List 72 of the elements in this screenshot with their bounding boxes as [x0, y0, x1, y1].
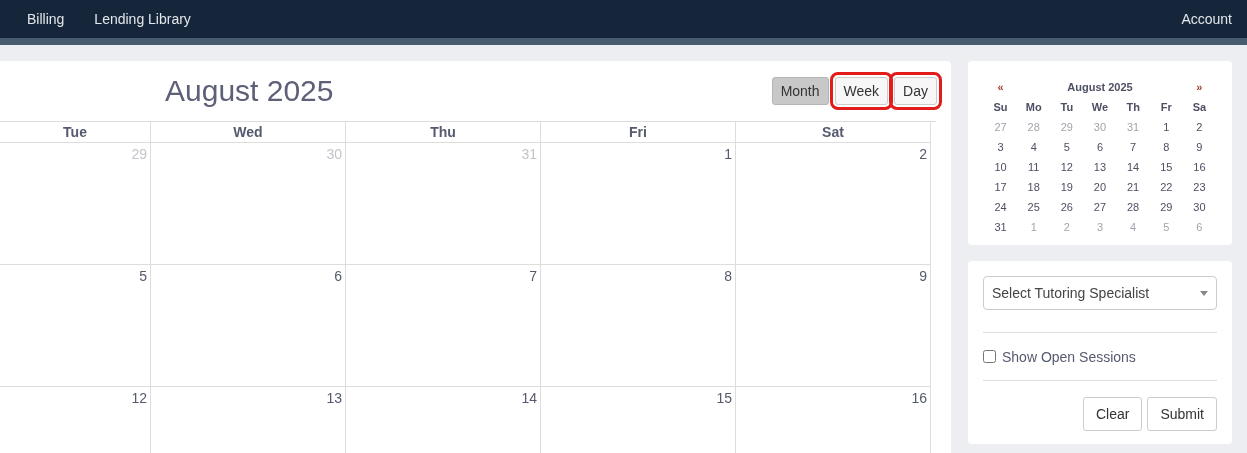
mini-calendar-day[interactable]: 28 — [1116, 197, 1150, 217]
checkbox-label: Show Open Sessions — [1002, 348, 1136, 365]
caret-icon — [1200, 290, 1208, 296]
day-number: 7 — [529, 268, 537, 284]
day-number: 16 — [911, 390, 927, 406]
day-number: 13 — [326, 390, 342, 406]
mini-calendar-day[interactable]: 30 — [1182, 197, 1216, 217]
weekday-label: Fr — [1159, 100, 1173, 115]
view-button[interactable]: Month — [771, 77, 829, 105]
mini-calendar-day[interactable]: 18 — [1017, 177, 1051, 197]
form-button[interactable]: Submit — [1147, 397, 1217, 431]
mini-calendar-day[interactable]: 1 — [1149, 117, 1183, 137]
mini-calendar-day[interactable]: 8 — [1149, 137, 1183, 157]
mini-calendar-day[interactable]: 23 — [1182, 177, 1216, 197]
day-number: 9 — [919, 268, 927, 284]
mini-calendar-day[interactable]: 2 — [1182, 117, 1216, 137]
mini-calendar-day[interactable]: 7 — [1116, 137, 1150, 157]
mini-calendar-day[interactable]: 15 — [1149, 157, 1183, 177]
mini-calendar-day[interactable]: 11 — [1017, 157, 1051, 177]
mini-calendar-day[interactable]: 12 — [1050, 157, 1084, 177]
weekday-header: Wed — [151, 122, 346, 143]
mini-calendar-day[interactable]: 4 — [1017, 137, 1051, 157]
day-number: 30 — [326, 146, 342, 162]
mini-calendar-day[interactable]: 24 — [984, 197, 1018, 217]
weekday-header: Thu — [346, 122, 541, 143]
weekday-label: Sa — [1191, 100, 1208, 115]
next-month-button[interactable]: » — [1182, 77, 1216, 97]
weekday-label: We — [1090, 100, 1110, 115]
form-button[interactable]: Clear — [1082, 397, 1143, 431]
mini-calendar-day[interactable]: 20 — [1083, 177, 1117, 197]
mini-calendar-day[interactable]: 21 — [1116, 177, 1150, 197]
mini-calendar-day[interactable]: 29 — [1149, 197, 1183, 217]
weekday-label: Su — [992, 100, 1009, 115]
mini-calendar-day[interactable]: 16 — [1182, 157, 1216, 177]
nav-link[interactable]: Billing — [27, 11, 65, 27]
day-number: 6 — [334, 268, 342, 284]
day-number: 5 — [139, 268, 147, 284]
mini-calendar-day[interactable]: 26 — [1050, 197, 1084, 217]
day-number: 29 — [131, 146, 147, 162]
open-sessions-checkbox[interactable] — [983, 350, 996, 363]
day-number: 8 — [724, 268, 732, 284]
day-number: 15 — [716, 390, 732, 406]
mini-calendar-day[interactable]: 27 — [1083, 197, 1117, 217]
mini-calendar-day[interactable]: 31 — [984, 217, 1018, 237]
nav-link[interactable]: Lending Library — [94, 11, 191, 27]
mini-calendar-day[interactable]: 5 — [1050, 137, 1084, 157]
weekday-label: Tu — [1059, 100, 1075, 115]
mini-calendar-day[interactable]: 6 — [1083, 137, 1117, 157]
month-title: August 2025 — [165, 74, 334, 108]
mini-calendar-day[interactable]: 10 — [984, 157, 1018, 177]
weekday-header: Tue — [0, 122, 151, 143]
day-number: 31 — [521, 146, 537, 162]
specialist-select[interactable]: Select Tutoring Specialist — [983, 276, 1217, 310]
weekday-header: Fri — [541, 122, 736, 143]
mini-calendar-day[interactable]: 22 — [1149, 177, 1183, 197]
mini-calendar-day[interactable]: 17 — [984, 177, 1018, 197]
prev-month-button[interactable]: « — [984, 77, 1018, 97]
mini-calendar-day[interactable]: 25 — [1017, 197, 1051, 217]
day-number: 2 — [919, 146, 927, 162]
mini-calendar-day[interactable]: 13 — [1083, 157, 1117, 177]
mini-calendar-day[interactable]: 9 — [1182, 137, 1216, 157]
mini-calendar-day[interactable]: 14 — [1116, 157, 1150, 177]
day-number: 1 — [724, 146, 732, 162]
mini-calendar-day[interactable]: 19 — [1050, 177, 1084, 197]
day-number: 14 — [521, 390, 537, 406]
mini-calendar-title: August 2025 — [1066, 80, 1134, 95]
day-number: 12 — [131, 390, 147, 406]
weekday-label: Th — [1125, 100, 1141, 115]
weekday-label: Mo — [1024, 100, 1043, 115]
mini-calendar-day[interactable]: 3 — [984, 137, 1018, 157]
weekday-header: Sat — [736, 122, 931, 143]
account-link[interactable]: Account — [1181, 11, 1232, 27]
